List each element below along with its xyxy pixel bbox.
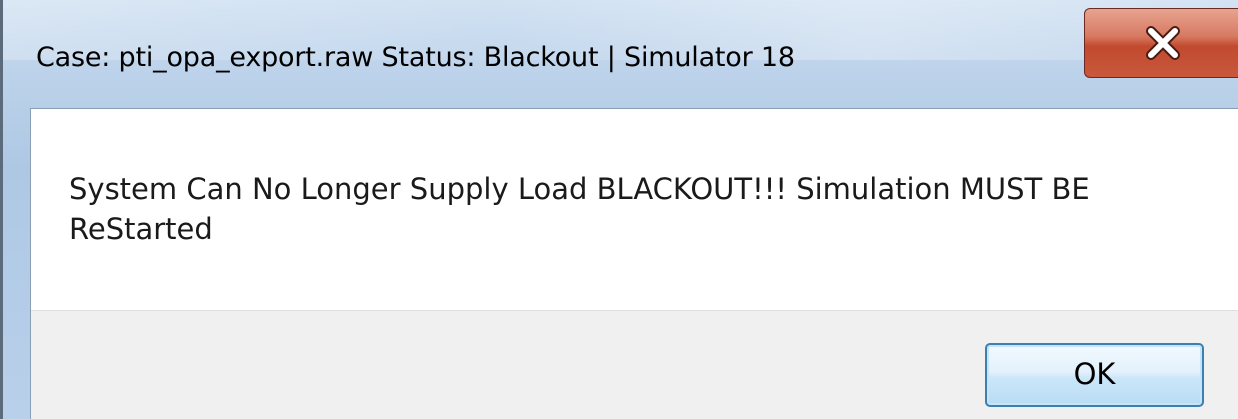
window-title: Case: pti_opa_export.raw Status: Blackou… (36, 42, 795, 73)
close-icon (1146, 26, 1180, 60)
dialog-message: System Can No Longer Supply Load BLACKOU… (69, 172, 1090, 246)
ok-button[interactable]: OK (985, 343, 1204, 407)
close-button[interactable] (1084, 8, 1238, 78)
dialog-client-area: System Can No Longer Supply Load BLACKOU… (30, 108, 1238, 419)
window-left-edge (0, 0, 3, 419)
dialog-window: Case: pti_opa_export.raw Status: Blackou… (0, 0, 1238, 419)
dialog-button-area: OK (31, 310, 1238, 419)
